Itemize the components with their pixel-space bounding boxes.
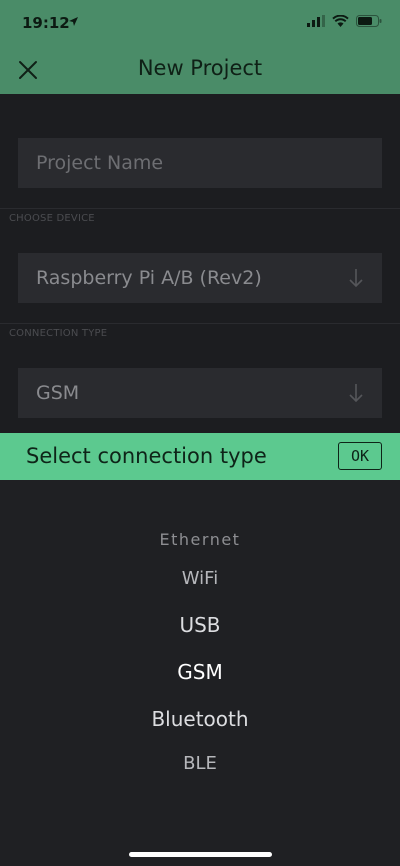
- connection-section-label: CONNECTION TYPE: [9, 328, 108, 339]
- ok-button[interactable]: OK: [338, 442, 382, 470]
- cellular-signal-icon: [307, 15, 325, 27]
- device-select[interactable]: Raspberry Pi A/B (Rev2): [18, 253, 382, 303]
- location-arrow-icon: [69, 17, 78, 26]
- picker-title: Select connection type: [26, 444, 267, 468]
- connection-type-picker[interactable]: Ethernet WiFi USB GSM Bluetooth BLE: [0, 480, 400, 866]
- picker-option-ble[interactable]: BLE: [0, 753, 400, 774]
- project-name-input[interactable]: Project Name: [18, 138, 382, 188]
- divider: [0, 208, 400, 209]
- picker-toolbar: Select connection type OK: [0, 433, 400, 480]
- picker-option-wifi[interactable]: WiFi: [0, 568, 400, 589]
- picker-option-usb[interactable]: USB: [0, 613, 400, 637]
- project-name-placeholder: Project Name: [36, 152, 164, 174]
- arrow-down-icon: [349, 384, 363, 403]
- arrow-down-icon: [349, 269, 363, 288]
- connection-value: GSM: [36, 382, 80, 404]
- status-bar: 19:12: [0, 0, 400, 44]
- status-time: 19:12: [22, 14, 70, 32]
- wifi-icon: [332, 15, 349, 27]
- picker-option-ethernet[interactable]: Ethernet: [0, 530, 400, 549]
- battery-icon: [356, 15, 382, 27]
- picker-option-bluetooth[interactable]: Bluetooth: [0, 707, 400, 731]
- device-section-label: CHOOSE DEVICE: [9, 213, 95, 224]
- app-header: 19:12 New Project: [0, 0, 400, 94]
- connection-select[interactable]: GSM: [18, 368, 382, 418]
- device-value: Raspberry Pi A/B (Rev2): [36, 267, 262, 289]
- divider: [0, 323, 400, 324]
- home-indicator[interactable]: [129, 852, 272, 857]
- page-title: New Project: [137, 56, 263, 80]
- picker-option-gsm[interactable]: GSM: [0, 660, 400, 684]
